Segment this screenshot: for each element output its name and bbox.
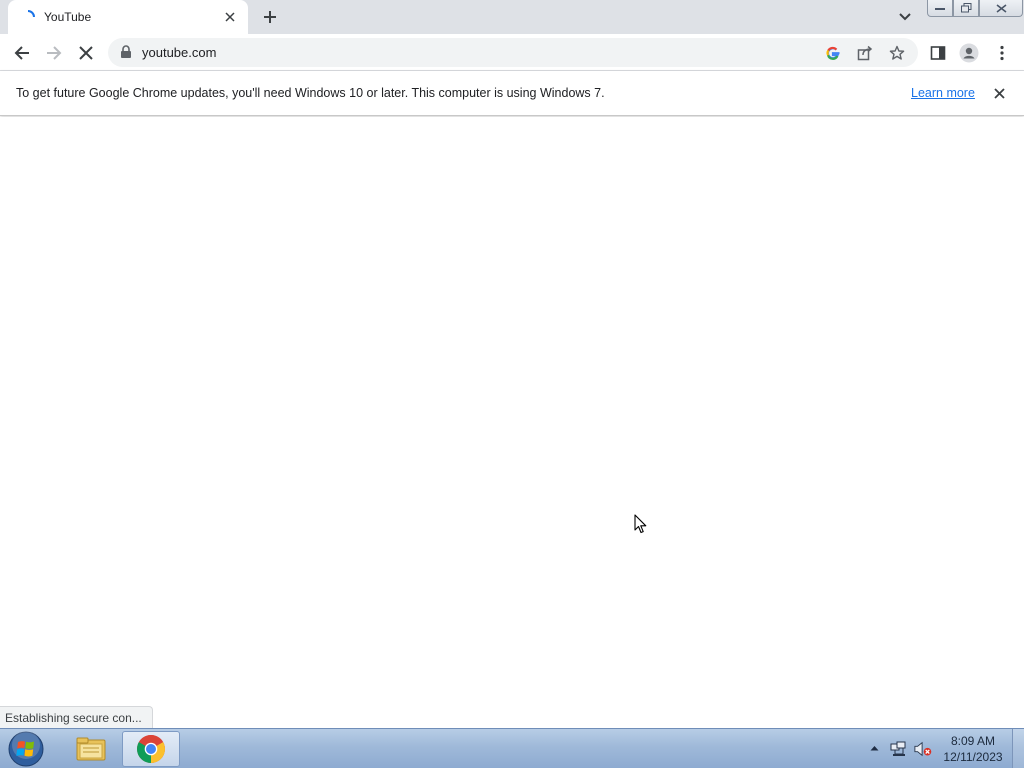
window-close-button[interactable] (979, 0, 1023, 17)
tab-title: YouTube (44, 10, 92, 24)
clock-time: 8:09 AM (950, 734, 996, 748)
clock-date: 12/11/2023 (943, 750, 1003, 764)
status-bubble: Establishing secure con... (0, 706, 153, 728)
stop-loading-button[interactable] (72, 39, 100, 67)
bookmark-star-icon[interactable] (886, 42, 908, 64)
menu-button[interactable] (988, 39, 1016, 67)
toolbar: youtube.com (0, 34, 1024, 71)
volume-muted-icon[interactable] (914, 741, 932, 757)
start-button[interactable] (6, 730, 46, 768)
chrome-icon (137, 735, 165, 763)
back-button[interactable] (8, 39, 36, 67)
minimize-button[interactable] (927, 0, 953, 17)
update-infobar: To get future Google Chrome updates, you… (0, 71, 1024, 116)
network-icon[interactable] (890, 741, 908, 757)
new-tab-button[interactable] (258, 5, 282, 29)
show-desktop-button[interactable] (1012, 729, 1024, 768)
url-text[interactable]: youtube.com (142, 45, 216, 60)
chrome-taskbar-button[interactable] (122, 731, 180, 767)
address-bar[interactable]: youtube.com (108, 38, 918, 67)
learn-more-link[interactable]: Learn more (911, 86, 975, 100)
forward-button[interactable] (40, 39, 68, 67)
tab-search-button[interactable] (893, 5, 917, 29)
show-hidden-icons-button[interactable] (867, 742, 881, 754)
file-explorer-icon (76, 737, 106, 761)
tab-close-icon[interactable] (222, 9, 238, 25)
taskbar: 8:09 AM 12/11/2023 (0, 728, 1024, 768)
google-g-icon[interactable] (822, 42, 844, 64)
tab-strip: YouTube (0, 0, 1024, 34)
loading-spinner-icon (20, 9, 36, 25)
tab-youtube[interactable]: YouTube (8, 0, 248, 34)
infobar-close-icon[interactable] (990, 84, 1008, 102)
restore-button[interactable] (953, 0, 979, 17)
window-controls (927, 0, 1023, 18)
lock-icon[interactable] (120, 45, 134, 61)
profile-button[interactable] (955, 39, 983, 67)
share-icon[interactable] (854, 42, 876, 64)
system-clock[interactable]: 8:09 AM 12/11/2023 (938, 733, 1008, 765)
file-explorer-taskbar-button[interactable] (62, 731, 120, 767)
page-content (0, 117, 1024, 728)
infobar-message: To get future Google Chrome updates, you… (16, 86, 605, 100)
side-panel-button[interactable] (924, 39, 952, 67)
windows-start-icon (8, 731, 44, 767)
mouse-cursor-icon (634, 514, 647, 534)
